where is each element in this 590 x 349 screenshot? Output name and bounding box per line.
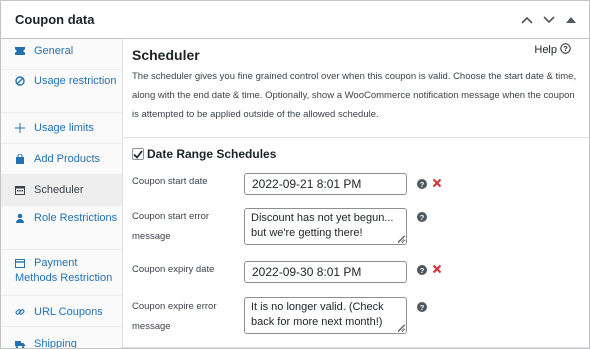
- page-title: Scheduler: [132, 47, 200, 63]
- coupon-expire-error-label: Coupon expire error message: [132, 301, 217, 332]
- resize-handle-icon[interactable]: [398, 236, 404, 242]
- clear-date-icon[interactable]: [432, 178, 442, 188]
- svg-text:?: ?: [420, 180, 425, 189]
- coupon-data-panel: Coupon data General Usage restriction Us…: [0, 0, 590, 349]
- scheduler-description: The scheduler gives you fine grained con…: [132, 71, 577, 120]
- panel-title: Coupon data: [15, 12, 95, 27]
- coupon-start-error-textarea[interactable]: Discount has not yet begun... but we're …: [244, 208, 407, 245]
- coupon-expiry-date-input[interactable]: 2022-09-30 8:01 PM: [244, 261, 407, 283]
- ticket-icon: [15, 46, 25, 56]
- sidebar-item-scheduler[interactable]: Scheduler: [1, 175, 122, 206]
- sidebar-item-url-coupons[interactable]: URL Coupons: [1, 296, 122, 327]
- help-circle-icon: ?: [560, 43, 571, 57]
- clear-date-icon[interactable]: [432, 264, 442, 274]
- coupon-expiry-date-label: Coupon expiry date: [132, 264, 215, 275]
- date-range-schedules-toggle[interactable]: Date Range Schedules: [132, 147, 276, 161]
- person-icon: [15, 213, 25, 223]
- link-icon: [15, 307, 25, 317]
- chevron-down-icon[interactable]: [541, 12, 557, 28]
- sidebar-item-usage-restriction[interactable]: Usage restriction: [1, 70, 122, 113]
- help-tip-icon[interactable]: ?: [417, 212, 427, 222]
- resize-handle-icon[interactable]: [398, 325, 404, 331]
- date-range-checkbox[interactable]: [132, 148, 144, 160]
- truck-icon: [15, 339, 25, 348]
- payment-icon: [15, 258, 25, 268]
- svg-text:?: ?: [563, 44, 568, 53]
- collapse-toggle-icon[interactable]: [563, 12, 579, 28]
- scheduler-panel: Scheduler Help ? The scheduler gives you…: [123, 39, 589, 348]
- limits-icon: [15, 123, 25, 133]
- panel-header: Coupon data: [1, 1, 589, 39]
- block-icon: [15, 76, 25, 86]
- divider: [123, 347, 589, 348]
- coupon-start-error-label: Coupon start error message: [132, 211, 210, 242]
- coupon-start-date-label: Coupon start date: [132, 176, 208, 187]
- help-tip-icon[interactable]: ?: [417, 265, 427, 275]
- coupon-start-date-input[interactable]: 2022-09-21 8:01 PM: [244, 173, 407, 195]
- divider: [123, 137, 589, 138]
- calendar-icon: [15, 185, 25, 195]
- help-link[interactable]: Help ?: [534, 43, 571, 57]
- svg-text:?: ?: [420, 266, 425, 275]
- sidebar-item-add-products[interactable]: Add Products: [1, 144, 122, 175]
- sidebar-item-general[interactable]: General: [1, 39, 122, 70]
- svg-text:?: ?: [420, 303, 425, 312]
- help-tip-icon[interactable]: ?: [417, 302, 427, 312]
- help-tip-icon[interactable]: ?: [417, 179, 427, 189]
- bag-icon: [15, 154, 25, 164]
- sidebar-item-shipping[interactable]: Shipping: [1, 327, 122, 348]
- chevron-up-icon[interactable]: [519, 12, 535, 28]
- sidebar-item-usage-limits[interactable]: Usage limits: [1, 113, 122, 144]
- coupon-expire-error-textarea[interactable]: It is no longer valid. (Check back for m…: [244, 297, 407, 334]
- sidebar-item-role-restrictions[interactable]: Role Restrictions: [1, 206, 122, 250]
- sidebar-item-payment-methods-restriction[interactable]: Payment Methods Restriction: [1, 250, 122, 296]
- date-range-checkbox-label: Date Range Schedules: [147, 147, 277, 161]
- coupon-tabs-sidebar: General Usage restriction Usage limits A…: [1, 39, 123, 348]
- svg-text:?: ?: [420, 213, 425, 222]
